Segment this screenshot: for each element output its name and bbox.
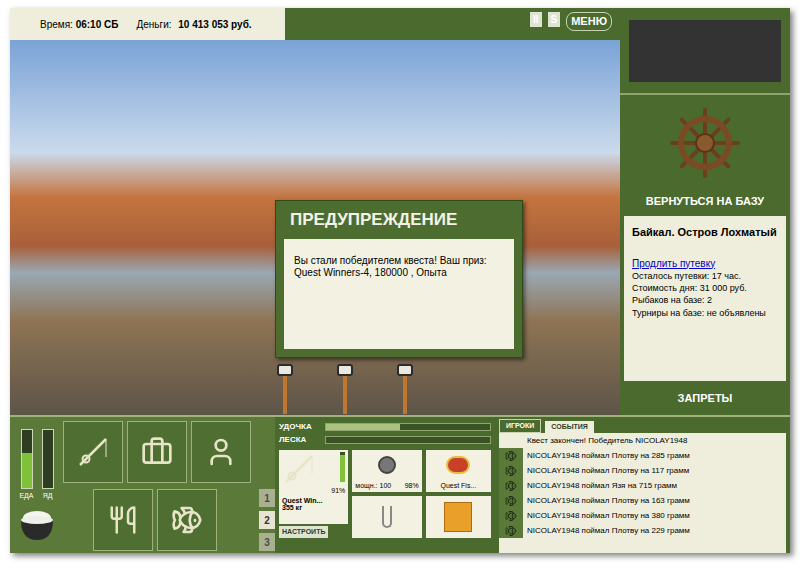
fish-icon: [505, 450, 517, 462]
action-button[interactable]: [63, 421, 123, 483]
fish-icon: [505, 480, 517, 492]
rod-slot[interactable]: 91%Quest Win...355 кг: [279, 450, 348, 524]
pot-icon: [15, 506, 59, 542]
events-panel: ИГРОКИ СОБЫТИЯКвест закончен! Победитель …: [495, 417, 790, 553]
dialog-title: ПРЕДУПРЕЖДЕНИЕ: [284, 207, 514, 233]
time: Время: 06:10 СБ: [40, 17, 118, 32]
page-button[interactable]: 2: [259, 511, 275, 529]
right-panel: ВЕРНУТЬСЯ НА БАЗУ Байкал. Остров Лохматый…: [620, 8, 790, 415]
rod-icon: [282, 452, 316, 486]
meter: ЕДА: [19, 429, 33, 502]
menu-button[interactable]: S: [548, 12, 561, 27]
money: Деньги: 10 413 053 руб.: [136, 17, 251, 32]
rod-icon: [76, 435, 110, 469]
info-line: Стоимость дня: 31 000 руб.: [632, 282, 778, 294]
reel-slot[interactable]: мощн.: 10098%: [352, 450, 421, 492]
rod-stand[interactable]: [395, 364, 415, 414]
event-row: NICOLAY1948 поймал Плотву на 380 грамм: [499, 508, 786, 523]
event-row: NICOLAY1948 поймал Плотву на 229 грамм: [499, 523, 786, 538]
base-info: Байкал. Остров Лохматый Продлить путевкуО…: [624, 216, 786, 382]
menu-button[interactable]: МЕНЮ: [566, 12, 612, 31]
game-frame: Время: 06:10 СБ Деньги: 10 413 053 руб. II…: [10, 8, 790, 553]
status-panel: Время: 06:10 СБ Деньги: 10 413 053 руб.: [10, 8, 285, 40]
action-button[interactable]: [157, 489, 217, 551]
event-row: NICOLAY1948 поймал Плотву на 163 грамм: [499, 493, 786, 508]
warning-dialog: ПРЕДУПРЕЖДЕНИЕ Вы стали победителем квест…: [275, 200, 523, 358]
action-button[interactable]: [191, 421, 251, 483]
fish-icon: [505, 465, 517, 477]
app: Время: 06:10 СБ Деньги: 10 413 053 руб. II…: [0, 0, 800, 569]
event-row: Квест закончен! Победитель NICOLAY1948: [499, 433, 786, 448]
bait-slot[interactable]: Quest Fis...: [426, 450, 491, 492]
action-button[interactable]: [127, 421, 187, 483]
rod-stand[interactable]: [335, 364, 355, 414]
minimap: [629, 20, 781, 82]
utensils-icon: [108, 505, 138, 535]
action-button[interactable]: [93, 489, 153, 551]
scene-photo: ПРЕДУПРЕЖДЕНИЕ Вы стали победителем квест…: [10, 40, 620, 415]
fisherman-icon: [205, 436, 237, 468]
setup-button[interactable]: НАСТРОИТЬ: [279, 526, 328, 539]
bans-button[interactable]: ЗАПРЕТЫ: [620, 381, 790, 415]
meter-label: ЯД: [43, 491, 53, 502]
fish-icon: [505, 525, 517, 537]
tackle-panel: УДОЧКАЛЕСКА 91%Quest Win...355 кг НАСТРОИТ…: [275, 417, 495, 553]
fish-icon: [505, 495, 517, 507]
dialog-message: Вы стали победителем квеста! Ваш приз: Q…: [284, 239, 514, 349]
event-row: NICOLAY1948 поймал Язя на 715 грамм: [499, 478, 786, 493]
events-list: Квест закончен! Победитель NICOLAY1948NI…: [499, 433, 786, 553]
meter: ЯД: [42, 429, 54, 502]
controls: ЕДА ЯД 1 2 3: [10, 417, 275, 553]
top-bar: Время: 06:10 СБ Деньги: 10 413 053 руб. II…: [10, 8, 620, 40]
tackle-box-icon: [141, 436, 173, 468]
location: Байкал. Остров Лохматый: [632, 226, 778, 239]
event-row: NICOLAY1948 поймал Плотву на 117 грамм: [499, 463, 786, 478]
info-line: Турниры на базе: не объявлены: [632, 307, 778, 319]
page-button[interactable]: 1: [259, 489, 275, 507]
helm-icon: [669, 107, 741, 179]
hook-slot[interactable]: [352, 496, 421, 538]
tension-bar: УДОЧКА: [279, 420, 491, 433]
groundbait-slot[interactable]: [426, 496, 491, 538]
event-row: NICOLAY1948 поймал Плотву на 285 грамм: [499, 448, 786, 463]
info-line: Осталось путевки: 17 час.: [632, 270, 778, 282]
fish-icon: [171, 504, 203, 536]
return-button[interactable]: ВЕРНУТЬСЯ НА БАЗУ: [646, 193, 764, 210]
fish-icon: [505, 510, 517, 522]
info-line: Рыбаков на базе: 2: [632, 294, 778, 306]
extend-link[interactable]: Продлить путевку: [632, 257, 778, 271]
meter-label: ЕДА: [19, 491, 33, 502]
tension-bar: ЛЕСКА: [279, 433, 491, 446]
page-button[interactable]: 3: [259, 533, 275, 551]
feed-tab[interactable]: ИГРОКИ: [499, 419, 541, 434]
rod-stand[interactable]: [275, 364, 295, 414]
feed-tab[interactable]: СОБЫТИЯ: [545, 421, 594, 434]
menu-button[interactable]: II: [530, 12, 542, 27]
